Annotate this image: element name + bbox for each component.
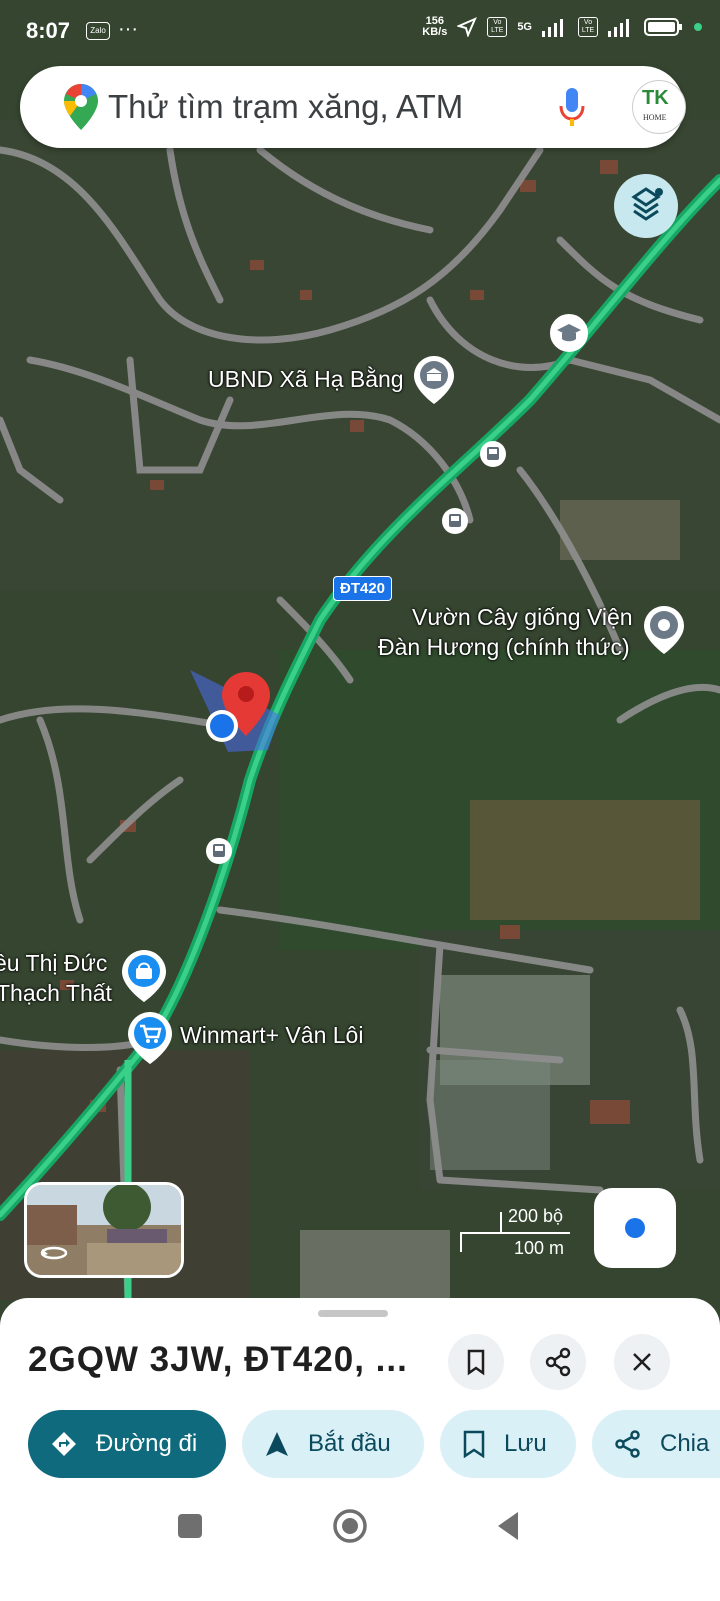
shopping-marker[interactable] xyxy=(122,950,166,1002)
share-label: Chia xyxy=(660,1430,710,1457)
place-marker[interactable] xyxy=(644,606,684,654)
status-bar: 8:07 Zalo ··· 156 KB/s Vo LTE 5G Vo LTE xyxy=(0,0,720,60)
save-icon-button[interactable] xyxy=(448,1334,504,1390)
label-ubnd[interactable]: UBND Xã Hạ Bằng xyxy=(208,366,404,393)
microphone-icon[interactable] xyxy=(558,88,586,128)
shopping-bag-icon xyxy=(122,950,166,1002)
government-marker[interactable] xyxy=(414,356,454,404)
home-icon[interactable] xyxy=(332,1508,368,1544)
avatar-initials: TK xyxy=(642,87,669,109)
location-arrow-icon xyxy=(457,17,478,37)
directions-button[interactable]: Đường đi xyxy=(28,1410,226,1478)
signal-icon-2 xyxy=(608,19,629,37)
place-title: 2GQW 3JW, ĐT420, ... xyxy=(28,1340,408,1379)
layers-icon xyxy=(631,187,663,221)
directions-label: Đường đi xyxy=(96,1430,198,1457)
current-location-dot xyxy=(206,710,238,742)
battery-icon xyxy=(644,18,682,36)
network-type: 5G xyxy=(517,21,532,33)
share-icon-button[interactable] xyxy=(530,1334,586,1390)
my-location-button[interactable] xyxy=(594,1188,676,1268)
location-pin-icon xyxy=(644,606,684,654)
label-store-line2[interactable]: Thạch Thất xyxy=(0,980,112,1007)
account-avatar[interactable]: TK HOME xyxy=(632,80,686,134)
status-time: 8:07 xyxy=(26,18,71,43)
share-icon xyxy=(615,1430,640,1458)
bookmark-icon xyxy=(467,1349,485,1376)
zalo-icon: Zalo xyxy=(86,22,110,40)
status-dot xyxy=(694,23,702,31)
share-button[interactable]: Chia xyxy=(592,1410,720,1478)
layers-button[interactable] xyxy=(614,174,678,238)
save-label: Lưu xyxy=(504,1430,547,1457)
back-icon[interactable] xyxy=(494,1510,522,1542)
network-speed: 156 KB/s xyxy=(422,15,448,38)
bus-icon xyxy=(487,447,499,460)
my-location-icon xyxy=(625,1218,645,1238)
system-nav-bar xyxy=(0,1488,720,1601)
label-garden-line2[interactable]: Đàn Hương (chính thức) xyxy=(378,634,630,661)
directions-icon xyxy=(52,1432,76,1456)
winmart-marker[interactable] xyxy=(128,1012,172,1064)
share-icon xyxy=(545,1347,571,1377)
scale-bottom: 100 m xyxy=(514,1238,565,1258)
volte-icon: Vo LTE xyxy=(487,17,508,37)
bus-stop-marker[interactable] xyxy=(206,838,232,864)
search-bar[interactable]: Thử tìm trạm xăng, ATM TK HOME xyxy=(20,66,686,148)
search-input[interactable]: Thử tìm trạm xăng, ATM xyxy=(108,88,463,126)
sheet-drag-handle[interactable] xyxy=(318,1310,388,1317)
rotate-360-icon xyxy=(40,1246,68,1260)
start-button[interactable]: Bắt đầu xyxy=(242,1410,424,1478)
close-icon xyxy=(633,1353,651,1371)
bus-stop-marker[interactable] xyxy=(442,508,468,534)
bus-icon xyxy=(449,514,461,527)
government-building-icon xyxy=(414,356,454,404)
save-button[interactable]: Lưu xyxy=(440,1410,576,1478)
route-shield: ĐT420 xyxy=(333,576,393,601)
label-store-line1[interactable]: ều Thị Đức xyxy=(0,950,107,977)
google-maps-pin-icon xyxy=(64,84,98,130)
start-label: Bắt đầu xyxy=(308,1430,391,1457)
navigation-icon xyxy=(266,1432,288,1456)
close-button[interactable] xyxy=(614,1334,670,1390)
map-scale: 200 bộ 100 m xyxy=(458,1206,608,1258)
more-notifications-icon: ··· xyxy=(118,18,138,40)
avatar-subtext: HOME xyxy=(643,113,667,122)
recent-apps-icon[interactable] xyxy=(176,1512,204,1540)
graduation-cap-icon xyxy=(557,324,581,342)
bookmark-icon xyxy=(463,1430,485,1458)
bus-stop-marker[interactable] xyxy=(480,441,506,467)
street-view-thumbnail[interactable] xyxy=(24,1182,184,1278)
signal-icon xyxy=(542,19,563,37)
bus-icon xyxy=(213,844,225,857)
label-garden-line1[interactable]: Vườn Cây giống Viện xyxy=(412,604,633,631)
school-marker[interactable] xyxy=(550,314,588,352)
scale-top: 200 bộ xyxy=(508,1206,564,1226)
label-winmart[interactable]: Winmart+ Vân Lôi xyxy=(180,1022,363,1049)
volte-icon-2: Vo LTE xyxy=(578,17,598,37)
shopping-cart-icon xyxy=(128,1012,172,1064)
